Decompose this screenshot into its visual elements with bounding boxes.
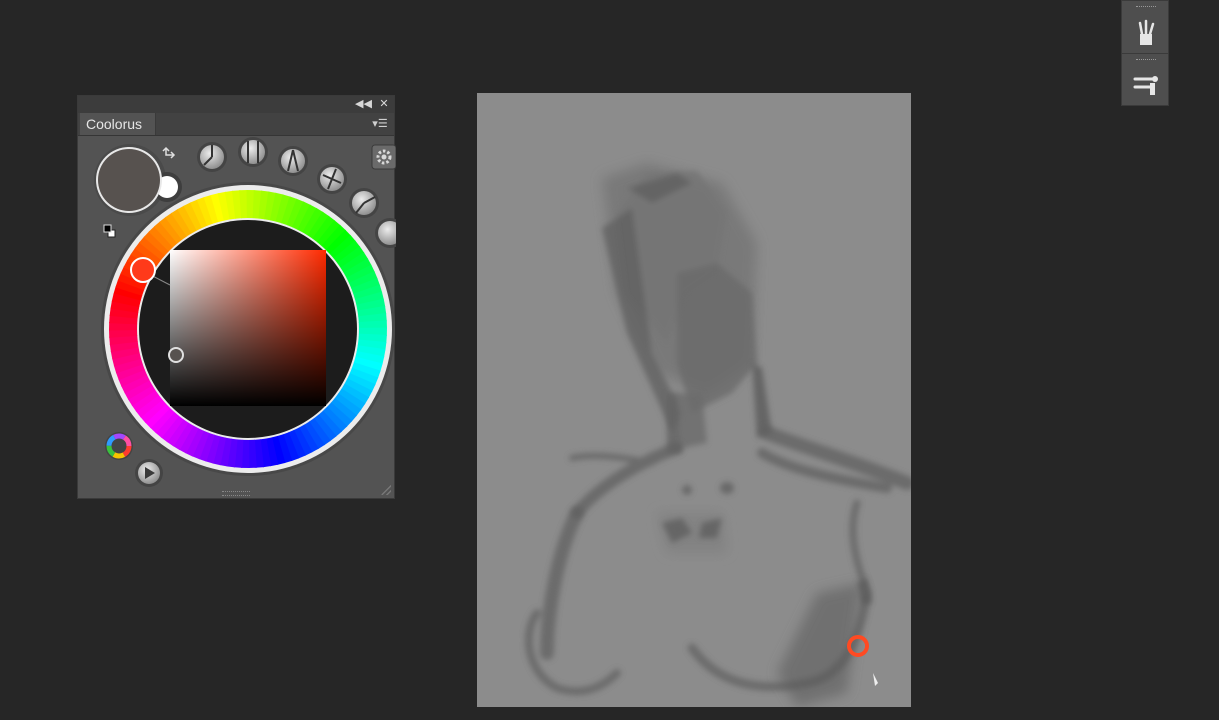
coolorus-widget — [94, 137, 396, 487]
wheel-mode-icon[interactable] — [375, 218, 396, 248]
panel-menu-icon[interactable]: ▾☰ — [370, 116, 390, 132]
sketch-figure — [524, 163, 911, 707]
double-chevron-left-icon[interactable]: ◀◀ — [355, 97, 372, 111]
triad-mode-icon[interactable] — [197, 142, 227, 172]
analog-mode-icon[interactable] — [349, 188, 379, 218]
resize-grip[interactable] — [381, 485, 391, 495]
brush-settings-icon[interactable] — [1126, 64, 1166, 104]
split-mode-icon[interactable] — [278, 146, 308, 176]
brushes-icon[interactable] — [1126, 12, 1166, 52]
dock-grip[interactable] — [1136, 6, 1156, 10]
right-dock — [1121, 0, 1169, 106]
tab-bar: Coolorus ▾☰ — [78, 113, 394, 136]
default-colors-icon[interactable] — [103, 224, 116, 238]
swap-arrows-icon[interactable] — [162, 146, 176, 159]
color-wheel-icon[interactable] — [105, 432, 133, 460]
tetrad-mode-icon[interactable] — [317, 164, 347, 194]
coolorus-panel: ◀◀ ✕ Coolorus ▾☰ — [77, 95, 396, 499]
document-canvas[interactable] — [477, 93, 911, 707]
dock-separator — [1122, 53, 1168, 54]
panel-bottom-grip[interactable] — [222, 491, 250, 496]
play-icon[interactable] — [135, 459, 163, 487]
close-icon[interactable]: ✕ — [376, 97, 392, 111]
dock-grip[interactable] — [1136, 59, 1156, 63]
tab-coolorus[interactable]: Coolorus — [80, 113, 156, 135]
gear-icon[interactable] — [371, 144, 396, 170]
sv-marker[interactable] — [168, 347, 184, 363]
foreground-color-swatch[interactable] — [98, 149, 160, 211]
complement-mode-icon[interactable] — [238, 137, 268, 167]
panel-titlebar[interactable]: ◀◀ ✕ — [78, 96, 394, 114]
saturation-value-square[interactable] — [170, 250, 326, 406]
